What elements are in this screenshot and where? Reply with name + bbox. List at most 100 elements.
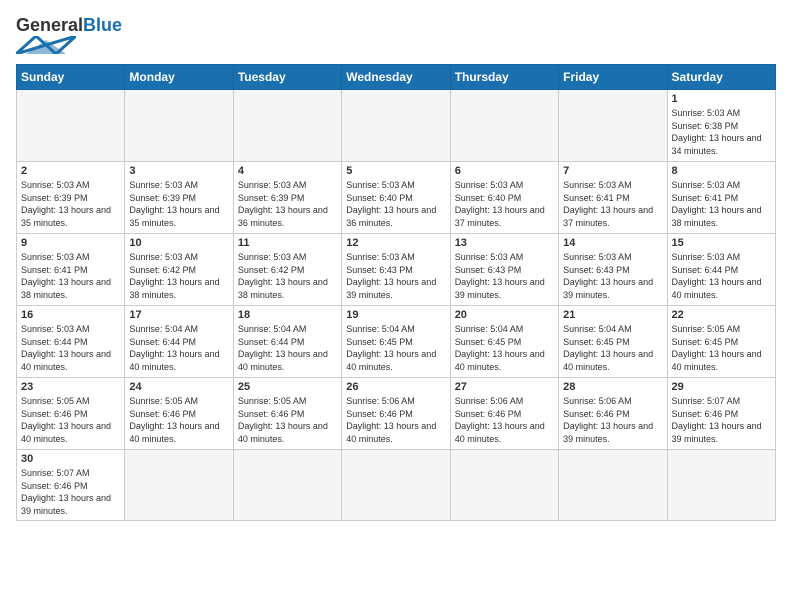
day-number: 17 bbox=[129, 309, 228, 321]
day-info: Sunrise: 5:04 AMSunset: 6:45 PMDaylight:… bbox=[455, 323, 554, 373]
page-header: GeneralBlue bbox=[16, 16, 776, 54]
day-number: 23 bbox=[21, 381, 120, 393]
calendar-cell: 11Sunrise: 5:03 AMSunset: 6:42 PMDayligh… bbox=[233, 234, 341, 306]
calendar-cell bbox=[233, 90, 341, 162]
day-info: Sunrise: 5:05 AMSunset: 6:45 PMDaylight:… bbox=[672, 323, 771, 373]
week-row-6: 30 Sunrise: 5:07 AMSunset: 6:46 PMDayligh… bbox=[17, 450, 776, 521]
day-number: 22 bbox=[672, 309, 771, 321]
calendar-cell: 25 Sunrise: 5:05 AMSunset: 6:46 PMDayligh… bbox=[233, 378, 341, 450]
calendar-cell: 3Sunrise: 5:03 AMSunset: 6:39 PMDaylight… bbox=[125, 162, 233, 234]
day-number: 26 bbox=[346, 381, 445, 393]
weekday-header-saturday: Saturday bbox=[667, 65, 775, 90]
day-number: 2 bbox=[21, 165, 120, 177]
week-row-2: 2 Sunrise: 5:03 AMSunset: 6:39 PMDaylight… bbox=[17, 162, 776, 234]
calendar-cell bbox=[125, 450, 233, 521]
calendar-cell bbox=[342, 90, 450, 162]
day-number: 28 bbox=[563, 381, 662, 393]
day-number: 9 bbox=[21, 237, 120, 249]
day-info: Sunrise: 5:05 AMSunset: 6:46 PMDaylight:… bbox=[21, 395, 120, 445]
calendar-cell: 2Sunrise: 5:03 AMSunset: 6:39 PMDaylight… bbox=[17, 162, 125, 234]
calendar-cell: 12 Sunrise: 5:03 AMSunset: 6:43 PMDayligh… bbox=[342, 234, 450, 306]
calendar-cell: 20 Sunrise: 5:04 AMSunset: 6:45 PMDayligh… bbox=[450, 306, 558, 378]
day-info: Sunrise: 5:03 AMSunset: 6:43 PMDaylight:… bbox=[455, 251, 554, 301]
calendar-cell bbox=[450, 90, 558, 162]
day-info: Sunrise: 5:06 AMSunset: 6:46 PMDaylight:… bbox=[455, 395, 554, 445]
calendar-cell: 5Sunrise: 5:03 AMSunset: 6:40 PMDaylight… bbox=[342, 162, 450, 234]
calendar-cell: 18 Sunrise: 5:04 AMSunset: 6:44 PMDayligh… bbox=[233, 306, 341, 378]
weekday-header-sunday: Sunday bbox=[17, 65, 125, 90]
day-info: Sunrise: 5:06 AMSunset: 6:46 PMDaylight:… bbox=[346, 395, 445, 445]
calendar-cell: 16 Sunrise: 5:03 AMSunset: 6:44 PMDayligh… bbox=[17, 306, 125, 378]
day-info: Sunrise: 5:03 AMSunset: 6:40 PMDaylight:… bbox=[455, 179, 554, 229]
calendar-cell bbox=[17, 90, 125, 162]
day-number: 20 bbox=[455, 309, 554, 321]
calendar-cell: 26 Sunrise: 5:06 AMSunset: 6:46 PMDayligh… bbox=[342, 378, 450, 450]
calendar-cell: 21Sunrise: 5:04 AMSunset: 6:45 PMDayligh… bbox=[559, 306, 667, 378]
calendar-cell bbox=[559, 450, 667, 521]
day-info: Sunrise: 5:03 AMSunset: 6:42 PMDaylight:… bbox=[238, 251, 337, 301]
day-info: Sunrise: 5:03 AMSunset: 6:41 PMDaylight:… bbox=[672, 179, 771, 229]
day-info: Sunrise: 5:04 AMSunset: 6:44 PMDaylight:… bbox=[129, 323, 228, 373]
calendar-cell: 17 Sunrise: 5:04 AMSunset: 6:44 PMDayligh… bbox=[125, 306, 233, 378]
calendar-cell: 6 Sunrise: 5:03 AMSunset: 6:40 PMDaylight… bbox=[450, 162, 558, 234]
day-info: Sunrise: 5:07 AMSunset: 6:46 PMDaylight:… bbox=[672, 395, 771, 445]
day-number: 30 bbox=[21, 453, 120, 465]
day-number: 27 bbox=[455, 381, 554, 393]
calendar-cell: 1 Sunrise: 5:03 AMSunset: 6:38 PMDaylight… bbox=[667, 90, 775, 162]
day-number: 25 bbox=[238, 381, 337, 393]
calendar-cell: 4Sunrise: 5:03 AMSunset: 6:39 PMDaylight… bbox=[233, 162, 341, 234]
weekday-header-monday: Monday bbox=[125, 65, 233, 90]
day-number: 14 bbox=[563, 237, 662, 249]
day-number: 7 bbox=[563, 165, 662, 177]
day-info: Sunrise: 5:03 AMSunset: 6:44 PMDaylight:… bbox=[21, 323, 120, 373]
calendar-cell: 15Sunrise: 5:03 AMSunset: 6:44 PMDayligh… bbox=[667, 234, 775, 306]
day-info: Sunrise: 5:04 AMSunset: 6:45 PMDaylight:… bbox=[563, 323, 662, 373]
calendar-cell bbox=[559, 90, 667, 162]
day-number: 19 bbox=[346, 309, 445, 321]
calendar-cell: 7Sunrise: 5:03 AMSunset: 6:41 PMDaylight… bbox=[559, 162, 667, 234]
weekday-header-tuesday: Tuesday bbox=[233, 65, 341, 90]
day-number: 8 bbox=[672, 165, 771, 177]
calendar-cell: 23 Sunrise: 5:05 AMSunset: 6:46 PMDayligh… bbox=[17, 378, 125, 450]
day-number: 6 bbox=[455, 165, 554, 177]
week-row-5: 23 Sunrise: 5:05 AMSunset: 6:46 PMDayligh… bbox=[17, 378, 776, 450]
calendar-cell: 22 Sunrise: 5:05 AMSunset: 6:45 PMDayligh… bbox=[667, 306, 775, 378]
day-info: Sunrise: 5:03 AMSunset: 6:43 PMDaylight:… bbox=[346, 251, 445, 301]
day-number: 16 bbox=[21, 309, 120, 321]
week-row-3: 9Sunrise: 5:03 AMSunset: 6:41 PMDaylight… bbox=[17, 234, 776, 306]
day-number: 24 bbox=[129, 381, 228, 393]
day-number: 29 bbox=[672, 381, 771, 393]
calendar-cell: 10Sunrise: 5:03 AMSunset: 6:42 PMDayligh… bbox=[125, 234, 233, 306]
day-info: Sunrise: 5:04 AMSunset: 6:45 PMDaylight:… bbox=[346, 323, 445, 373]
calendar-cell: 24Sunrise: 5:05 AMSunset: 6:46 PMDayligh… bbox=[125, 378, 233, 450]
logo-icon bbox=[16, 36, 76, 54]
day-number: 15 bbox=[672, 237, 771, 249]
weekday-header-thursday: Thursday bbox=[450, 65, 558, 90]
week-row-1: 1 Sunrise: 5:03 AMSunset: 6:38 PMDaylight… bbox=[17, 90, 776, 162]
calendar-cell: 9Sunrise: 5:03 AMSunset: 6:41 PMDaylight… bbox=[17, 234, 125, 306]
calendar-cell bbox=[342, 450, 450, 521]
calendar-cell: 30 Sunrise: 5:07 AMSunset: 6:46 PMDayligh… bbox=[17, 450, 125, 521]
day-info: Sunrise: 5:07 AMSunset: 6:46 PMDaylight:… bbox=[21, 467, 120, 517]
calendar-cell: 19 Sunrise: 5:04 AMSunset: 6:45 PMDayligh… bbox=[342, 306, 450, 378]
day-number: 18 bbox=[238, 309, 337, 321]
day-info: Sunrise: 5:03 AMSunset: 6:38 PMDaylight:… bbox=[672, 107, 771, 157]
day-info: Sunrise: 5:03 AMSunset: 6:39 PMDaylight:… bbox=[238, 179, 337, 229]
calendar-cell bbox=[125, 90, 233, 162]
day-number: 10 bbox=[129, 237, 228, 249]
day-number: 1 bbox=[672, 93, 771, 105]
calendar-cell bbox=[450, 450, 558, 521]
logo: GeneralBlue bbox=[16, 16, 122, 54]
logo-general: General bbox=[16, 15, 83, 35]
day-info: Sunrise: 5:05 AMSunset: 6:46 PMDaylight:… bbox=[238, 395, 337, 445]
day-info: Sunrise: 5:03 AMSunset: 6:40 PMDaylight:… bbox=[346, 179, 445, 229]
day-info: Sunrise: 5:03 AMSunset: 6:39 PMDaylight:… bbox=[129, 179, 228, 229]
calendar-cell: 28Sunrise: 5:06 AMSunset: 6:46 PMDayligh… bbox=[559, 378, 667, 450]
calendar-cell: 14Sunrise: 5:03 AMSunset: 6:43 PMDayligh… bbox=[559, 234, 667, 306]
weekday-header-wednesday: Wednesday bbox=[342, 65, 450, 90]
day-number: 12 bbox=[346, 237, 445, 249]
calendar-cell: 8 Sunrise: 5:03 AMSunset: 6:41 PMDaylight… bbox=[667, 162, 775, 234]
day-info: Sunrise: 5:04 AMSunset: 6:44 PMDaylight:… bbox=[238, 323, 337, 373]
calendar-cell bbox=[233, 450, 341, 521]
calendar-cell: 13Sunrise: 5:03 AMSunset: 6:43 PMDayligh… bbox=[450, 234, 558, 306]
